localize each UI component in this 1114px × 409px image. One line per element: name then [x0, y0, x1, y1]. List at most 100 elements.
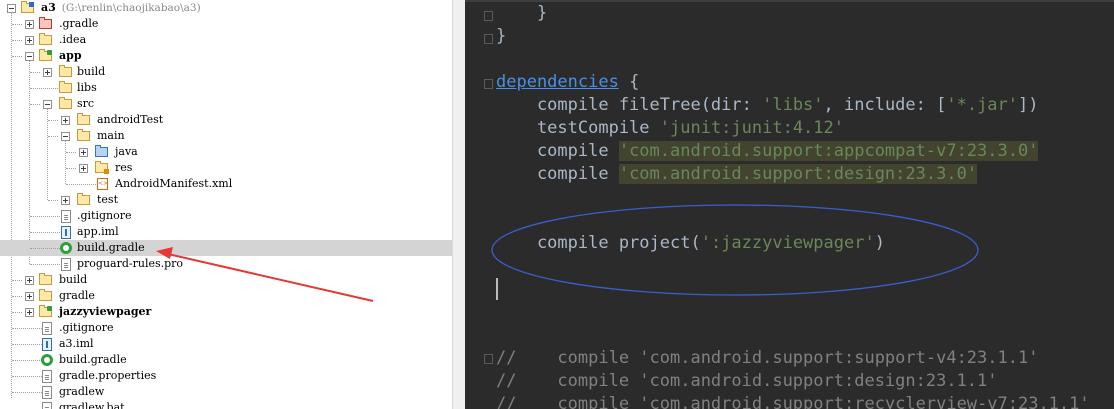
tree-row-app-iml[interactable]: app.iml — [0, 224, 452, 240]
tree-item-label: src — [77, 97, 95, 110]
source-folder-icon — [95, 145, 108, 157]
code-line: testCompile 'junit:junit:4.12' — [496, 117, 844, 140]
tree-row-main[interactable]: main — [0, 128, 452, 144]
editor-top-border — [465, 0, 1114, 2]
tree-connector — [12, 376, 42, 377]
tree-row-root[interactable]: a3 (G:\renlin\chaojikabao\a3) — [0, 0, 452, 16]
string-literal: ':jazzyviewpager' — [700, 233, 875, 253]
panel-splitter[interactable] — [452, 0, 465, 409]
tree-row-root-gradle[interactable]: gradle — [0, 288, 452, 304]
code-token: ) — [874, 233, 885, 253]
code-editor[interactable]: } } dependencies { compile fileTree(dir:… — [465, 0, 1114, 409]
tree-item-label: gradlew — [59, 385, 105, 398]
expand-toggle-icon[interactable] — [43, 68, 52, 77]
expand-toggle-icon[interactable] — [25, 292, 34, 301]
code-line-dependencies: dependencies { — [496, 71, 639, 94]
tree-connector — [12, 344, 42, 345]
tree-item-label: app.iml — [77, 225, 119, 238]
tree-connector — [12, 296, 22, 297]
tree-root-label: a3 (G:\renlin\chaojikabao\a3) — [41, 1, 201, 14]
tree-row-app-src[interactable]: src — [0, 96, 452, 112]
tree-row-manifest[interactable]: AndroidManifest.xml — [0, 176, 452, 192]
tree-item-label: build.gradle — [77, 241, 145, 254]
expand-toggle-icon[interactable] — [25, 308, 34, 317]
tree-item-label: main — [97, 129, 125, 142]
tree-connector — [66, 152, 76, 153]
tree-item-label: gradle.properties — [59, 369, 157, 382]
expand-toggle-icon[interactable] — [25, 20, 34, 29]
tree-item-label: .gitignore — [59, 321, 114, 334]
collapse-toggle-icon[interactable] — [43, 100, 52, 109]
tree-connector — [30, 104, 40, 105]
file-icon — [42, 386, 52, 399]
expand-toggle-icon[interactable] — [25, 276, 34, 285]
expand-toggle-icon[interactable] — [25, 36, 34, 45]
iml-icon — [61, 226, 71, 239]
tree-connector — [30, 232, 60, 233]
comment-line: // compile 'com.android.support:recycler… — [496, 394, 1090, 409]
tree-row-res[interactable]: res — [0, 160, 452, 176]
iml-icon — [42, 338, 52, 351]
tree-item-label: libs — [77, 81, 97, 94]
tree-row-gradlew-bat[interactable]: gradlew.bat — [0, 400, 452, 409]
expand-toggle-icon[interactable] — [61, 196, 70, 205]
string-literal: 'libs' — [762, 95, 824, 115]
expand-toggle-icon[interactable] — [61, 116, 70, 125]
tree-connector — [12, 280, 22, 281]
tree-connector — [30, 72, 40, 73]
folder-icon — [39, 273, 52, 285]
tree-row-jazzyviewpager[interactable]: jazzyviewpager — [0, 304, 452, 320]
tree-root-path: (G:\renlin\chaojikabao\a3) — [61, 2, 201, 14]
tree-connector — [30, 264, 60, 265]
tree-item-label: .idea — [59, 33, 87, 46]
file-icon — [61, 210, 71, 223]
tree-item-label: test — [97, 193, 118, 206]
collapse-toggle-icon[interactable] — [25, 52, 34, 61]
code-line: compile 'com.android.support:appcompat-v… — [496, 140, 1039, 163]
dependencies-keyword[interactable]: dependencies — [496, 72, 619, 92]
tree-row-a3-iml[interactable]: a3.iml — [0, 336, 452, 352]
code-line-project: compile project(':jazzyviewpager') — [496, 232, 885, 255]
fold-marker-icon[interactable] — [484, 354, 493, 364]
fold-marker-icon[interactable] — [484, 34, 493, 44]
folder-icon — [59, 65, 72, 77]
tree-item-label: gradle — [59, 289, 95, 302]
tree-connector — [48, 200, 58, 201]
tree-connector — [12, 392, 42, 393]
code-token: , include: [ — [823, 95, 947, 115]
fold-marker-icon[interactable] — [484, 79, 493, 89]
tree-row-app-build[interactable]: build — [0, 64, 452, 80]
tree-row-root-gitignore[interactable]: .gitignore — [0, 320, 452, 336]
expand-toggle-icon[interactable] — [79, 164, 88, 173]
collapse-toggle-icon[interactable] — [7, 4, 16, 13]
tree-connector — [12, 56, 22, 57]
tree-item-label: build — [59, 273, 88, 286]
tree-row-app-build-gradle[interactable]: build.gradle — [0, 240, 452, 256]
tree-row-gradle-properties[interactable]: gradle.properties — [0, 368, 452, 384]
tree-row-gradlew[interactable]: gradlew — [0, 384, 452, 400]
tree-row-root-build-gradle[interactable]: build.gradle — [0, 352, 452, 368]
tree-connector — [30, 248, 60, 249]
tree-row-app[interactable]: app — [0, 48, 452, 64]
project-tree-panel: a3 (G:\renlin\chaojikabao\a3) .gradle .id… — [0, 0, 452, 409]
code-token: compile — [496, 164, 619, 184]
folder-icon — [77, 129, 90, 141]
code-line: compile fileTree(dir: 'libs', include: [… — [496, 94, 1039, 117]
collapse-toggle-icon[interactable] — [61, 132, 70, 141]
tree-row-app-libs[interactable]: libs — [0, 80, 452, 96]
module-marker-icon — [47, 306, 52, 311]
tree-row-java[interactable]: java — [0, 144, 452, 160]
tree-row-root-build[interactable]: build — [0, 272, 452, 288]
tree-row-idea-dir[interactable]: .idea — [0, 32, 452, 48]
tree-connector — [12, 312, 22, 313]
tree-row-test[interactable]: test — [0, 192, 452, 208]
tree-row-android-test[interactable]: androidTest — [0, 112, 452, 128]
comment-line: // compile 'com.android.support:design:2… — [496, 371, 998, 391]
tree-row-gradle-dir[interactable]: .gradle — [0, 16, 452, 32]
tree-row-proguard[interactable]: proguard-rules.pro — [0, 256, 452, 272]
file-icon — [42, 322, 52, 335]
code-token: ]) — [1018, 95, 1039, 115]
tree-row-app-gitignore[interactable]: .gitignore — [0, 208, 452, 224]
fold-marker-icon[interactable] — [484, 11, 493, 21]
expand-toggle-icon[interactable] — [79, 148, 88, 157]
